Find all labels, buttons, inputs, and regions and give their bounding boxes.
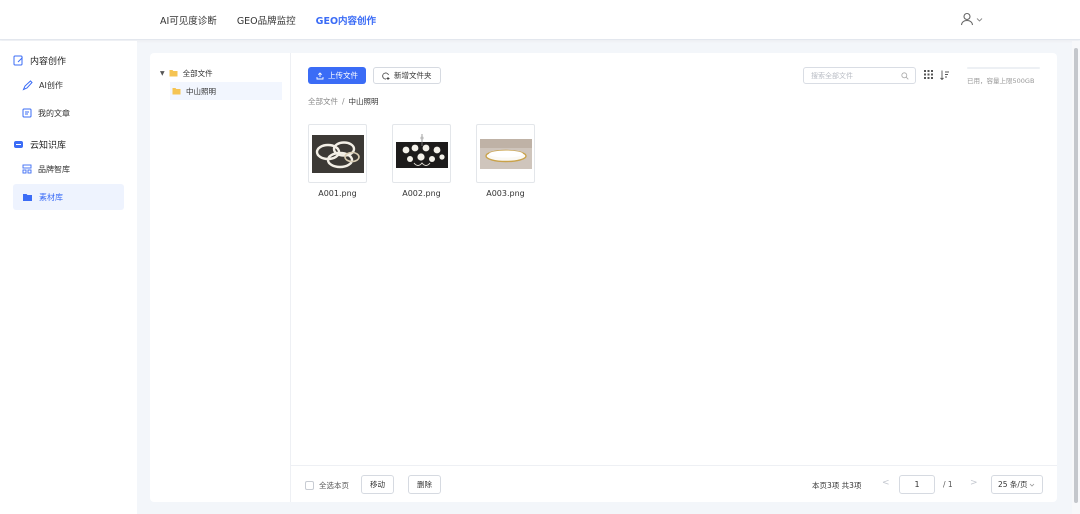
chevron-down-icon [1030, 483, 1035, 487]
delete-button[interactable]: 删除 [408, 475, 441, 494]
sidebar: 内容创作 AI创作 我的文章 云知识库 品牌智库 素材库 [0, 41, 137, 514]
tree-item-label: 中山照明 [186, 86, 216, 96]
sidebar-item-my-articles[interactable]: 我的文章 [13, 100, 124, 126]
ceiling-lamp-image [479, 138, 532, 169]
top-nav: AI可见度诊断 GEO品牌监控 GEO内容创作 [160, 0, 396, 40]
sidebar-item-ai-creation[interactable]: AI创作 [13, 72, 124, 98]
folder-tree: ▼ 全部文件 中山照明 [150, 53, 291, 502]
sidebar-group-cloud-knowledge: 云知识库 [0, 134, 137, 154]
search-icon[interactable] [901, 72, 909, 80]
select-all-checkbox[interactable]: 全选本页 [305, 480, 349, 491]
breadcrumb-separator: / [342, 97, 345, 106]
file-item[interactable]: A001.png [308, 124, 367, 198]
file-name: A001.png [318, 189, 357, 198]
folder-icon [169, 70, 178, 77]
sort-icon[interactable] [940, 70, 950, 80]
storage-capacity: 已用，容量上限500GB [967, 67, 1040, 85]
list-footer: 全选本页 移动 删除 本页3项 共3项 < 1 / 1 > 25 条/页 [291, 465, 1057, 502]
main-panel: ▼ 全部文件 中山照明 上传文件 新增文件夹 搜索全部文件 已用，容量上限500… [150, 53, 1057, 502]
upload-icon [316, 71, 324, 79]
nav-ai-visibility[interactable]: AI可见度诊断 [160, 13, 217, 27]
file-name: A003.png [486, 189, 525, 198]
folder-icon [23, 194, 32, 201]
folder-icon [172, 88, 181, 95]
breadcrumb-current: 中山照明 [348, 97, 379, 106]
breadcrumb-root[interactable]: 全部文件 [308, 97, 338, 106]
caret-down-icon[interactable]: ▼ [160, 70, 165, 77]
file-thumbnail[interactable] [308, 124, 367, 183]
prev-page-icon[interactable]: < [882, 478, 890, 488]
grid-view-icon[interactable] [924, 70, 933, 79]
checkbox[interactable] [305, 481, 314, 490]
sidebar-item-material-library[interactable]: 素材库 [13, 184, 124, 210]
storage-bar [967, 67, 1040, 69]
tree-item-zhongshan-lighting[interactable]: 中山照明 [170, 82, 282, 100]
scrollbar-thumb[interactable] [1074, 48, 1078, 503]
page-number-input[interactable]: 1 [899, 475, 935, 494]
user-menu[interactable] [960, 12, 983, 26]
tree-root-label: 全部文件 [182, 68, 213, 78]
file-grid: A001.png A002.png A003.png [308, 124, 560, 198]
user-icon [960, 12, 974, 26]
sidebar-item-label: AI创作 [39, 80, 63, 90]
tree-root-all-files[interactable]: ▼ 全部文件 [150, 66, 290, 80]
file-thumbnail[interactable] [476, 124, 535, 183]
sidebar-group-label: 云知识库 [30, 140, 67, 151]
search-box[interactable] [803, 67, 916, 84]
page-size-select[interactable]: 25 条/页 [991, 475, 1043, 494]
sidebar-item-brand-library[interactable]: 品牌智库 [13, 156, 124, 182]
file-name: A002.png [402, 189, 441, 198]
pen-icon [22, 79, 33, 90]
sidebar-item-label: 品牌智库 [38, 164, 70, 174]
search-input[interactable] [811, 71, 899, 80]
new-folder-button[interactable]: 新增文件夹 [373, 67, 441, 84]
sidebar-item-label: 素材库 [39, 192, 63, 202]
nav-geo-content-creation[interactable]: GEO内容创作 [316, 13, 376, 27]
grid-library-icon [22, 164, 32, 174]
select-all-label: 全选本页 [319, 481, 349, 490]
article-icon [22, 108, 32, 118]
storage-text: 已用，容量上限500GB [967, 77, 1035, 85]
breadcrumb: 全部文件 / 中山照明 [308, 96, 379, 107]
file-item[interactable]: A002.png [392, 124, 451, 198]
sidebar-group-content-creation: 内容创作 [0, 50, 137, 70]
file-toolbar: 上传文件 新增文件夹 [308, 67, 441, 84]
cloud-box-icon [14, 140, 23, 148]
chevron-down-icon [976, 17, 983, 22]
new-folder-label: 新增文件夹 [394, 71, 432, 80]
upload-file-label: 上传文件 [328, 71, 358, 80]
page-size-value: 25 条/页 [998, 480, 1028, 489]
sidebar-item-label: 我的文章 [38, 108, 70, 118]
lamp-ring-image [311, 134, 364, 173]
sidebar-group-label: 内容创作 [30, 56, 67, 67]
move-button[interactable]: 移动 [361, 475, 394, 494]
next-page-icon[interactable]: > [970, 478, 978, 488]
file-item[interactable]: A003.png [476, 124, 535, 198]
top-navigation-bar: AI可见度诊断 GEO品牌监控 GEO内容创作 [0, 0, 1080, 40]
upload-file-button[interactable]: 上传文件 [308, 67, 366, 84]
lamp-bulbs-image [395, 133, 448, 168]
file-thumbnail[interactable] [392, 124, 451, 183]
page-info: 本页3项 共3项 [812, 481, 862, 490]
nav-geo-brand-monitor[interactable]: GEO品牌监控 [237, 13, 296, 27]
page-total: / 1 [943, 480, 953, 489]
file-content-area: 上传文件 新增文件夹 已用，容量上限500GB 全部文件 /中山照明 [291, 53, 1057, 502]
edit-doc-icon [13, 55, 23, 65]
new-folder-icon [382, 72, 390, 80]
